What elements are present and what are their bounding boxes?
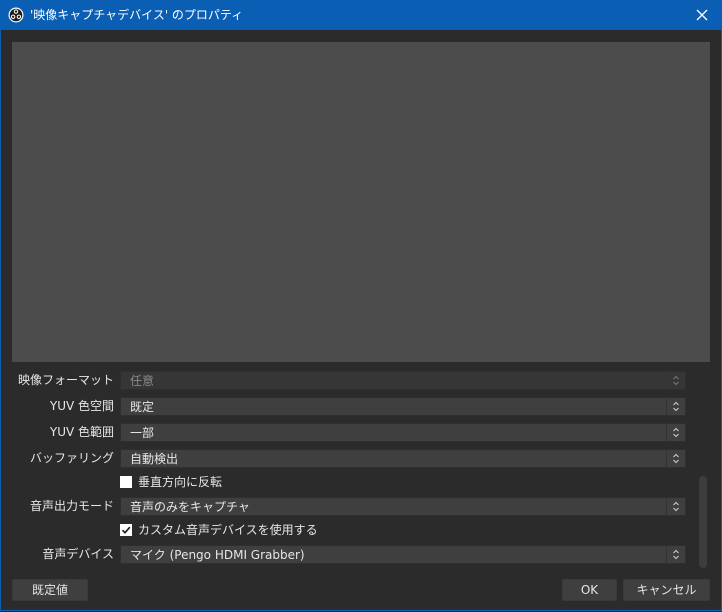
chevron-up-down-icon	[673, 549, 679, 560]
yuv-color-range-select[interactable]: 一部	[120, 423, 686, 442]
ok-button[interactable]: OK	[562, 579, 617, 601]
chevron-up-down-icon	[673, 427, 679, 438]
buffering-label: バッファリング	[29, 451, 114, 465]
custom-audio-device-label: カスタム音声デバイスを使用する	[138, 523, 318, 537]
defaults-button[interactable]: 既定値	[12, 579, 88, 601]
close-button[interactable]	[682, 0, 722, 30]
yuv-color-space-label: YUV 色空間	[49, 399, 114, 413]
yuv-color-range-value: 一部	[130, 426, 155, 440]
title-bar: '映像キャプチャデバイス' のプロパティ	[0, 0, 722, 30]
yuv-color-space-select[interactable]: 既定	[120, 397, 686, 416]
checkmark-icon	[121, 526, 131, 534]
close-icon	[696, 9, 708, 21]
buffering-select[interactable]: 自動検出	[120, 449, 686, 468]
custom-audio-device-checkbox[interactable]	[120, 524, 132, 536]
flip-vertical-checkbox[interactable]	[120, 476, 132, 488]
video-format-select: 任意	[120, 371, 686, 390]
buffering-value: 自動検出	[130, 452, 179, 466]
chevron-up-down-icon	[673, 501, 679, 512]
buffering-spinner[interactable]	[666, 450, 685, 467]
audio-device-spinner[interactable]	[666, 546, 685, 563]
window-title: '映像キャプチャデバイス' のプロパティ	[30, 8, 244, 22]
audio-output-mode-label: 音声出力モード	[29, 499, 114, 513]
yuv-color-space-spinner[interactable]	[666, 398, 685, 415]
audio-output-mode-select[interactable]: 音声のみをキャプチャ	[120, 497, 686, 516]
audio-output-mode-row: 音声出力モード 音声のみをキャプチャ	[0, 495, 722, 517]
yuv-color-range-row: YUV 色範囲 一部	[0, 421, 722, 443]
video-format-spinner	[666, 372, 685, 389]
properties-scrollbar[interactable]	[699, 476, 707, 568]
chevron-up-down-icon	[673, 375, 679, 386]
flip-vertical-label: 垂直方向に反転	[138, 475, 223, 489]
video-format-row: 映像フォーマット 任意	[0, 369, 722, 391]
cancel-button[interactable]: キャンセル	[623, 579, 710, 601]
video-format-label: 映像フォーマット	[17, 373, 114, 387]
yuv-color-range-spinner[interactable]	[666, 424, 685, 441]
chevron-up-down-icon	[673, 453, 679, 464]
yuv-color-space-row: YUV 色空間 既定	[0, 395, 722, 417]
audio-device-select[interactable]: マイク (Pengo HDMI Grabber)	[120, 545, 686, 564]
audio-output-mode-value: 音声のみをキャプチャ	[130, 500, 250, 514]
audio-device-value: マイク (Pengo HDMI Grabber)	[130, 548, 305, 562]
yuv-color-range-label: YUV 色範囲	[49, 425, 114, 439]
audio-device-label: 音声デバイス	[42, 547, 114, 561]
audio-output-mode-spinner[interactable]	[666, 498, 685, 515]
yuv-color-space-value: 既定	[130, 400, 155, 414]
video-format-value: 任意	[130, 374, 155, 388]
obs-logo-icon	[8, 7, 24, 23]
chevron-up-down-icon	[673, 401, 679, 412]
audio-device-row: 音声デバイス マイク (Pengo HDMI Grabber)	[0, 543, 722, 565]
buffering-row: バッファリング 自動検出	[0, 447, 722, 469]
video-preview	[12, 42, 710, 362]
